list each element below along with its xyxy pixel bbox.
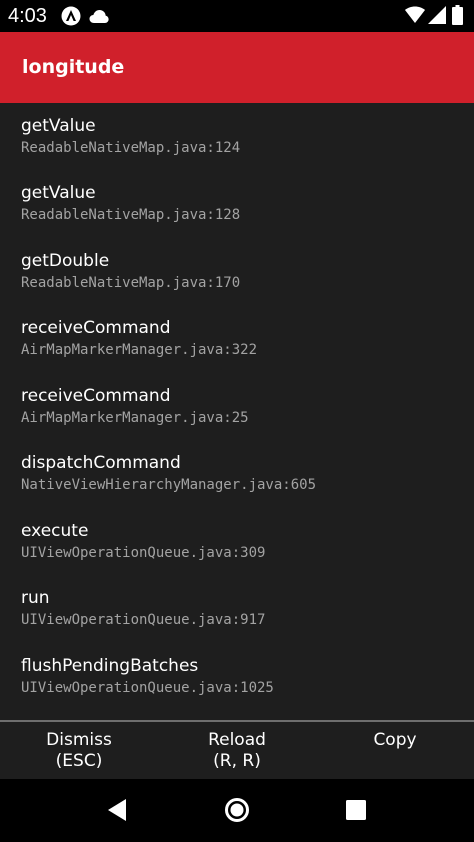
frame-file-location: UIViewOperationQueue.java:309 [21, 545, 266, 561]
frame-method-name: execute [21, 521, 89, 541]
frame-file-location: ReadableNativeMap.java:170 [21, 275, 241, 291]
copy-button-label: Copy [373, 730, 417, 750]
frame-method-name: receiveCommand [21, 386, 171, 406]
error-header: longitude [0, 32, 474, 103]
navigation-bar [0, 779, 474, 842]
frame-file-location: UIViewOperationQueue.java:1025 [21, 680, 274, 696]
frame-method-name: getDouble [21, 251, 110, 271]
stack-frame[interactable]: dispatchCommand NativeViewHierarchyManag… [21, 452, 461, 512]
redbox-button-bar: Dismiss (ESC) Reload (R, R) Copy [0, 722, 474, 779]
frame-method-name: getValue [21, 183, 96, 203]
frame-method-name: flushPendingBatches [21, 656, 199, 676]
home-icon[interactable] [223, 796, 251, 824]
back-icon[interactable] [104, 797, 130, 823]
copy-button[interactable]: Copy [316, 722, 474, 779]
battery-icon [452, 5, 463, 25]
frame-file-location: NativeViewHierarchyManager.java:605 [21, 477, 317, 493]
dismiss-button[interactable]: Dismiss (ESC) [0, 722, 158, 779]
reload-button-label: Reload [208, 730, 266, 750]
stack-frame[interactable]: getDouble ReadableNativeMap.java:170 [21, 250, 461, 310]
dismiss-button-label: Dismiss [46, 730, 112, 750]
frame-method-name: dispatchCommand [21, 453, 181, 473]
dismiss-button-shortcut: (ESC) [55, 751, 103, 771]
stack-trace-list[interactable]: getValue ReadableNativeMap.java:124 getV… [0, 103, 474, 720]
frame-method-name: run [21, 588, 50, 608]
stack-frame[interactable]: getValue ReadableNativeMap.java:128 [21, 182, 461, 242]
recents-icon[interactable] [345, 799, 367, 821]
reload-button[interactable]: Reload (R, R) [158, 722, 316, 779]
cloud-icon [89, 8, 109, 24]
stack-frame[interactable]: receiveCommand AirMapMarkerManager.java:… [21, 317, 461, 377]
frame-file-location: UIViewOperationQueue.java:917 [21, 612, 266, 628]
frame-file-location: AirMapMarkerManager.java:322 [21, 342, 258, 358]
frame-method-name: receiveCommand [21, 318, 171, 338]
frame-method-name: getValue [21, 116, 96, 136]
stack-frame[interactable]: execute UIViewOperationQueue.java:309 [21, 520, 461, 580]
stack-frame[interactable]: run UIViewOperationQueue.java:917 [21, 587, 461, 647]
frame-file-location: ReadableNativeMap.java:128 [21, 207, 241, 223]
frame-file-location: AirMapMarkerManager.java:25 [21, 410, 249, 426]
reload-button-shortcut: (R, R) [213, 751, 261, 771]
frame-file-location: ReadableNativeMap.java:124 [21, 140, 241, 156]
stack-frame[interactable]: getValue ReadableNativeMap.java:124 [21, 115, 461, 175]
stack-frame[interactable]: receiveCommand AirMapMarkerManager.java:… [21, 385, 461, 445]
status-bar: 4:03 [0, 0, 474, 32]
stack-frame[interactable]: flushPendingBatches UIViewOperationQueue… [21, 655, 461, 715]
cell-signal-icon [428, 6, 446, 24]
wifi-icon [405, 6, 425, 24]
react-native-app-icon [61, 6, 81, 26]
status-time: 4:03 [8, 5, 47, 27]
error-title: longitude [22, 56, 125, 78]
